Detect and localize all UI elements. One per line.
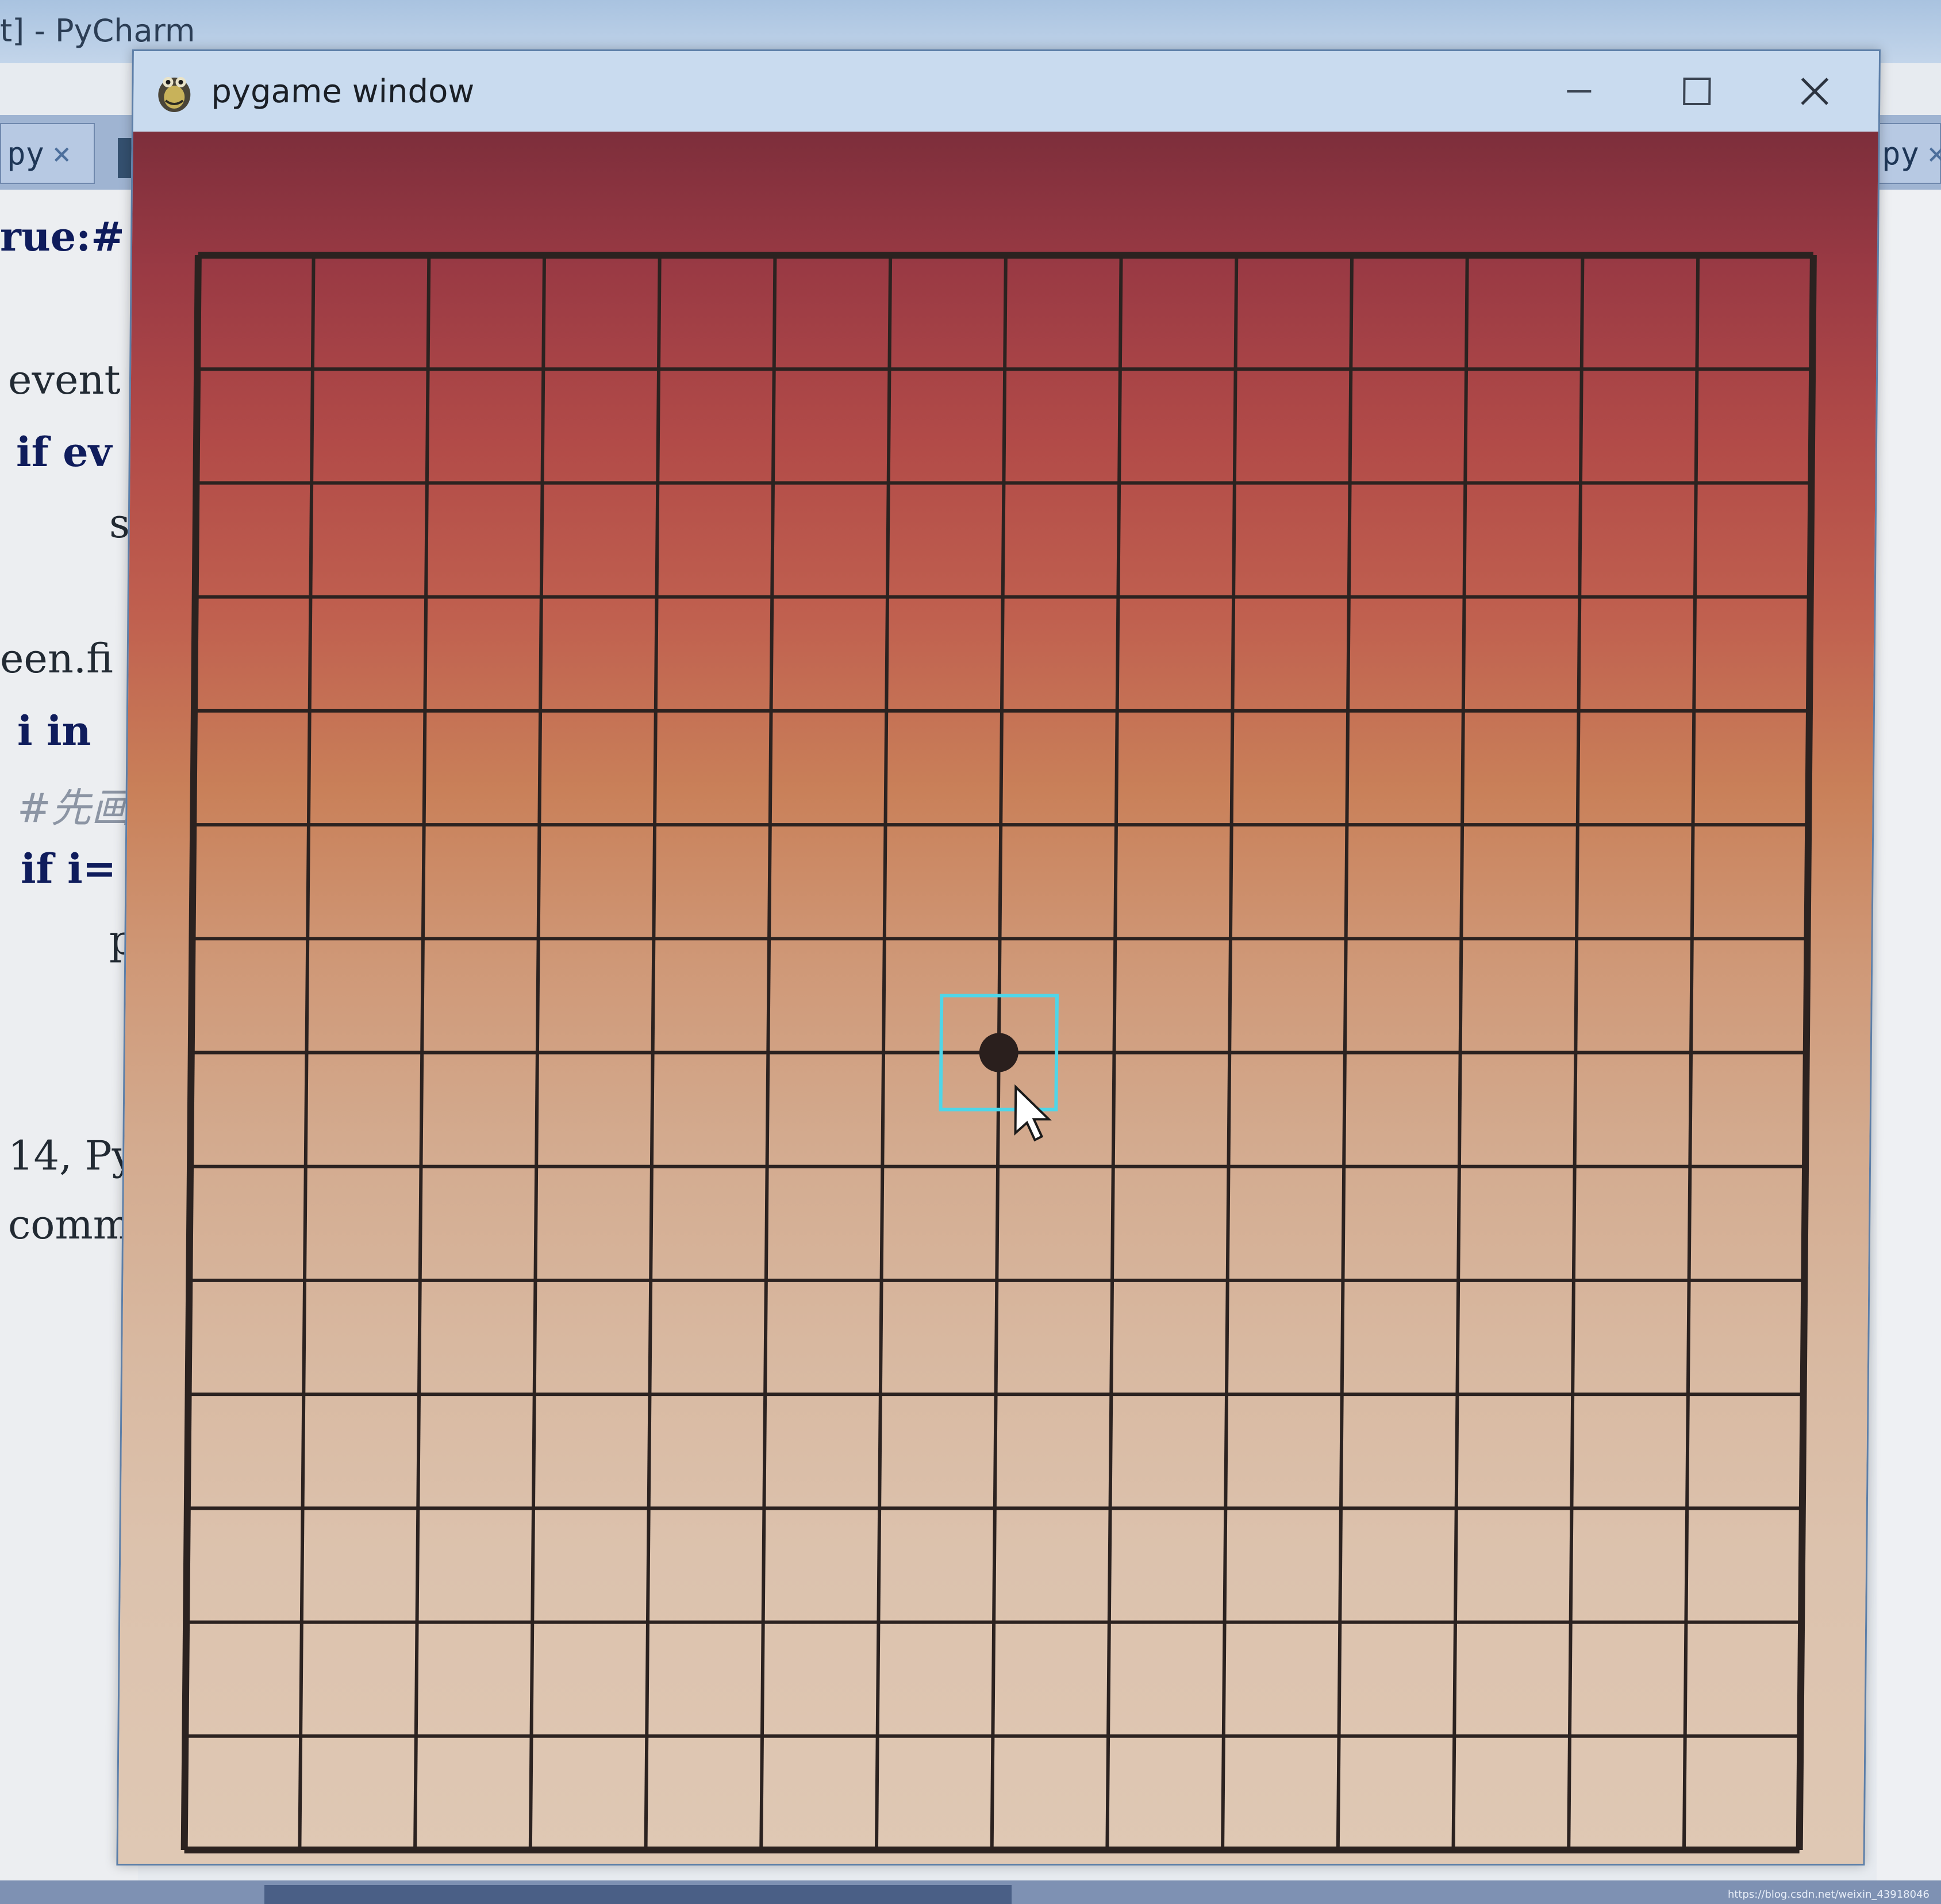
editor-right-gutter — [1877, 190, 1941, 1897]
watermark: https://blog.csdn.net/weixin_43918046 — [1727, 1888, 1930, 1901]
tab-label: py — [7, 136, 45, 172]
minimize-icon — [1567, 90, 1592, 93]
code-line: rue:# — [0, 213, 125, 260]
pygame-window[interactable]: pygame window — [116, 49, 1881, 1865]
code-line: event — [8, 356, 121, 403]
window-title: pygame window — [211, 73, 475, 110]
mouse-cursor-icon — [1014, 1084, 1052, 1142]
screen: t] - PyCharm py × py × rue:# event if ev s… — [0, 0, 1941, 1904]
code-line: if i= — [21, 845, 117, 893]
black-stone — [979, 1033, 1018, 1072]
tab-close-icon[interactable]: × — [1927, 136, 1941, 172]
close-button[interactable] — [1771, 63, 1858, 120]
editor-tab[interactable]: py × — [0, 123, 95, 184]
code-line: s — [109, 500, 130, 547]
pycharm-title: t] - PyCharm — [0, 13, 195, 49]
game-canvas[interactable] — [118, 132, 1878, 1864]
maximize-icon — [1683, 78, 1711, 105]
code-line: een.fi — [0, 635, 113, 682]
close-icon — [1801, 78, 1829, 105]
maximize-button[interactable] — [1654, 63, 1740, 120]
editor-tab[interactable]: py × — [1875, 123, 1941, 184]
taskbar-segment — [264, 1885, 1012, 1904]
code-editor[interactable]: rue:# event if ev s een.fi i in #先画 if i… — [0, 190, 138, 1897]
code-line: if ev — [16, 428, 112, 476]
tab-close-icon[interactable]: × — [52, 136, 71, 172]
pygame-snake-icon — [158, 77, 191, 112]
window-titlebar[interactable]: pygame window — [133, 51, 1879, 132]
minimize-button[interactable] — [1536, 63, 1623, 120]
code-line: 14, Py — [8, 1132, 135, 1179]
code-line: commun — [8, 1201, 138, 1248]
gomoku-board[interactable] — [118, 132, 1878, 1864]
code-line: i in — [17, 707, 91, 755]
tab-label: py — [1882, 136, 1920, 172]
code-line: #先画 — [17, 784, 132, 832]
